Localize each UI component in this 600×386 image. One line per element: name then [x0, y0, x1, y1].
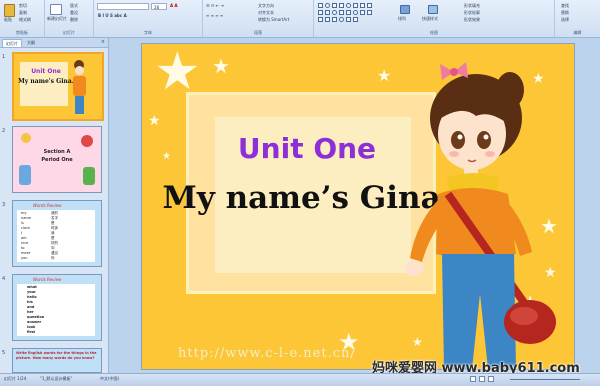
thumb-section: Section A	[43, 149, 71, 155]
quick-styles-button[interactable]: 快速样式	[422, 16, 438, 22]
theme-name: "1_默认设计模板"	[40, 376, 73, 381]
slide-number: 4	[2, 276, 6, 282]
slide-thumbnail-2[interactable]: 2 Section A Period One	[2, 126, 102, 193]
shape-outline-button[interactable]: 形状轮廓	[464, 10, 480, 16]
url-watermark: http://www.c-l-e.net.cn/	[178, 346, 356, 361]
panel-tabs: 幻灯片 大纲 ×	[0, 38, 108, 48]
star-decoration: ★	[148, 113, 161, 129]
font-name-box[interactable]	[97, 3, 149, 10]
replace-button[interactable]: 替换	[561, 10, 569, 16]
arrange-button[interactable]: 排列	[398, 16, 406, 22]
slide-info: 幻灯片 1/24	[4, 376, 27, 381]
layout-button[interactable]: 版式	[70, 3, 78, 9]
new-slide-icon[interactable]	[50, 4, 62, 15]
find-button[interactable]: 查找	[561, 3, 569, 9]
ribbon: 粘贴 剪切 复制 格式刷 剪贴板 新建幻灯片 版式 重设 删除 幻灯片 28 B…	[0, 0, 600, 38]
text-direction-button[interactable]: 文字方向	[258, 3, 274, 9]
tab-outline[interactable]: 大纲	[24, 39, 38, 46]
shape-effects-button[interactable]: 形状效果	[464, 17, 480, 23]
cut-button[interactable]: 剪切	[19, 3, 27, 9]
smartart-button[interactable]: 转换为 SmartArt	[258, 17, 289, 23]
thumb-word: you	[21, 256, 28, 260]
close-icon[interactable]: ×	[101, 39, 105, 45]
zoom-slider[interactable]	[510, 379, 580, 380]
slide-thumbnail-4[interactable]: 4 Words Review what your hello his and her que…	[2, 274, 102, 341]
thumb-period: Period One	[41, 157, 73, 163]
shapes-gallery[interactable]	[318, 3, 384, 23]
slide-thumbnail-5[interactable]: 5 Write English words for the things in …	[2, 348, 102, 373]
paste-button[interactable]: 粘贴	[4, 17, 12, 23]
delete-button[interactable]: 删除	[70, 17, 78, 23]
shape-fill-button[interactable]: 形状填充	[464, 3, 480, 9]
new-slide-button[interactable]: 新建幻灯片	[47, 16, 67, 22]
group-label: 字体	[144, 30, 152, 35]
star-decoration: ★	[377, 66, 392, 85]
thumb-word-list: what your hello his and her question answer look…	[27, 285, 44, 335]
format-painter-button[interactable]: 格式刷	[19, 17, 31, 23]
group-label: 段落	[254, 30, 262, 35]
thumb-meaning: 你	[51, 256, 55, 260]
thumb-text: Write English words for the things in th…	[16, 351, 97, 360]
slides-panel: 幻灯片 大纲 × 1 Unit One My name's Gina. 2 Se…	[0, 38, 109, 373]
status-bar: 幻灯片 1/24 "1_默认设计模板" 中文(中国)	[0, 373, 600, 386]
group-label: 剪贴板	[16, 30, 28, 35]
paste-icon[interactable]	[4, 4, 15, 17]
view-buttons[interactable]	[470, 376, 500, 382]
thumb-words-title: Words Review	[33, 203, 62, 208]
slide-edit-area: ★ ★ ★ ★ ★ ★ ★ ★ ★ ★ ★ ★ Unit One My name…	[109, 38, 600, 373]
thumb-main-title: My name's Gina.	[18, 78, 74, 85]
font-color-icon[interactable]: A A	[170, 3, 178, 8]
clipboard-group: 粘贴 剪切 复制 格式刷 剪贴板	[0, 0, 45, 37]
quick-styles-icon[interactable]	[428, 5, 438, 14]
slides-group: 新建幻灯片 版式 重设 删除 幻灯片	[45, 0, 94, 37]
reset-button[interactable]: 重设	[70, 10, 78, 16]
current-slide[interactable]: ★ ★ ★ ★ ★ ★ ★ ★ ★ ★ ★ ★ Unit One My name…	[141, 43, 575, 370]
group-label: 幻灯片	[63, 30, 75, 35]
thumb-meaning-list: 我的 名字是时钟我是好的向遇见你	[51, 211, 58, 261]
thumb-words-title: Words Review	[33, 277, 62, 282]
thumb-unit-title: Unit One	[31, 68, 61, 75]
slide-number: 2	[2, 128, 6, 134]
font-style-buttons[interactable]: B I U S abc A	[98, 13, 127, 18]
align-text-button[interactable]: 对齐文本	[258, 10, 274, 16]
thumb-word: first	[27, 330, 36, 334]
slide-number: 3	[2, 202, 6, 208]
tab-slides[interactable]: 幻灯片	[2, 39, 22, 47]
font-group: 28 B I U S abc A A A 字体	[94, 0, 203, 37]
arrange-icon[interactable]	[400, 5, 410, 14]
select-button[interactable]: 选择	[561, 17, 569, 23]
language-indicator[interactable]: 中文(中国)	[100, 376, 119, 382]
group-label: 绘图	[430, 30, 438, 35]
paragraph-group: ☰ ☷ ⇤ ⇥ 文字方向 对齐文本 转换为 SmartArt ≡ ≡ ≡ ≡ 段…	[203, 0, 314, 37]
bullets-icon[interactable]: ☰ ☷ ⇤ ⇥	[206, 3, 224, 8]
copy-button[interactable]: 复制	[19, 10, 27, 16]
slide-thumbnail-1[interactable]: 1 Unit One My name's Gina.	[2, 52, 104, 121]
editing-group: 查找 替换 选择 编辑	[555, 0, 600, 37]
align-icons[interactable]: ≡ ≡ ≡ ≡	[206, 13, 223, 18]
group-label: 编辑	[573, 30, 582, 35]
girl-illustration	[404, 62, 556, 369]
slide-number: 5	[2, 350, 6, 356]
slide-number: 1	[2, 54, 6, 60]
slide-thumbnail-3[interactable]: 3 Words Review my name is clock Iam nice to mee…	[2, 200, 102, 267]
drawing-group: 排列 快速样式 形状填充 形状轮廓 形状效果 绘图	[314, 0, 555, 37]
star-decoration: ★	[154, 43, 201, 102]
thumb-word-list: my name is clock Iam nice to meet you	[21, 211, 31, 261]
star-decoration: ★	[212, 54, 230, 78]
font-size-box[interactable]: 28	[151, 3, 167, 10]
thumb-word: clock	[21, 226, 30, 230]
